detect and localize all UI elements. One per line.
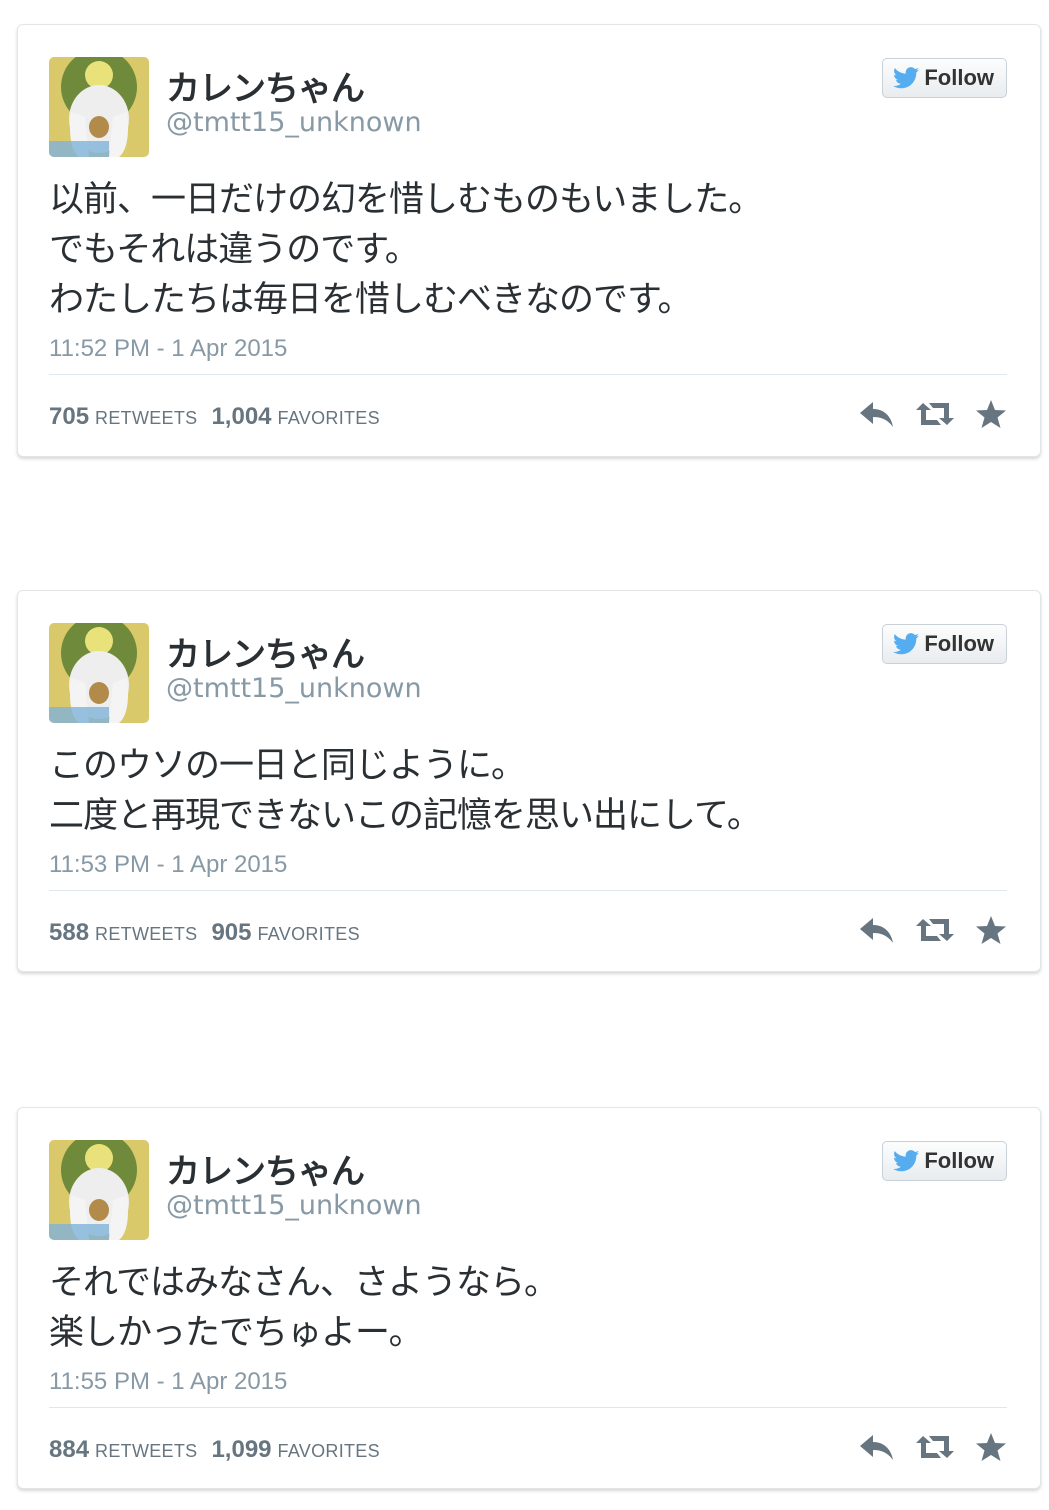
reply-icon[interactable] bbox=[859, 399, 895, 429]
follow-button[interactable]: Follow bbox=[882, 1141, 1007, 1181]
favorites-stat[interactable]: 905 FAVORITES bbox=[211, 919, 359, 947]
tweet-actions bbox=[859, 915, 1007, 945]
reply-icon[interactable] bbox=[859, 915, 895, 945]
follow-label: Follow bbox=[924, 65, 994, 90]
tweet-text-line: このウソの一日と同じように。 bbox=[49, 746, 526, 786]
favorites-label: FAVORITES bbox=[277, 1441, 380, 1461]
favorites-label: FAVORITES bbox=[277, 408, 380, 428]
tweet-text-line: 以前、一日だけの幻を惜しむものもいました。 bbox=[49, 180, 763, 220]
tweet-actions bbox=[859, 399, 1007, 429]
follow-button[interactable]: Follow bbox=[882, 624, 1007, 664]
twitter-bird-icon bbox=[893, 633, 920, 655]
retweet-icon[interactable] bbox=[915, 1432, 955, 1462]
divider bbox=[49, 890, 1007, 891]
display-name[interactable]: カレンちゃん bbox=[166, 1144, 365, 1193]
favorites-label: FAVORITES bbox=[257, 924, 360, 944]
stats: 705 RETWEETS 1,004 FAVORITES bbox=[49, 403, 380, 431]
retweets-label: RETWEETS bbox=[95, 1441, 198, 1461]
divider bbox=[49, 374, 1007, 375]
screen-name[interactable]: @tmtt15_unknown bbox=[166, 107, 422, 138]
screen-name[interactable]: @tmtt15_unknown bbox=[166, 1190, 422, 1221]
follow-label: Follow bbox=[924, 1148, 994, 1173]
display-name[interactable]: カレンちゃん bbox=[166, 61, 365, 110]
stats: 588 RETWEETS 905 FAVORITES bbox=[49, 919, 360, 947]
retweet-icon[interactable] bbox=[915, 915, 955, 945]
retweets-stat[interactable]: 588 RETWEETS bbox=[49, 919, 197, 947]
retweets-count: 884 bbox=[49, 1436, 90, 1463]
divider bbox=[49, 1407, 1007, 1408]
tweet-text: このウソの一日と同じように。 二度と再現できないこの記憶を思い出にして。 bbox=[49, 741, 979, 841]
favorites-stat[interactable]: 1,004 FAVORITES bbox=[211, 403, 379, 431]
star-icon[interactable] bbox=[975, 399, 1007, 429]
tweet-text-line: でもそれは違うのです。 bbox=[49, 230, 420, 270]
reply-icon[interactable] bbox=[859, 1432, 895, 1462]
display-name[interactable]: カレンちゃん bbox=[166, 627, 365, 676]
retweets-count: 588 bbox=[49, 919, 90, 946]
avatar[interactable] bbox=[49, 1140, 149, 1240]
retweets-stat[interactable]: 884 RETWEETS bbox=[49, 1436, 197, 1464]
tweet-text-line: わたしたちは毎日を惜しむべきなのです。 bbox=[49, 280, 693, 320]
follow-button[interactable]: Follow bbox=[882, 58, 1007, 98]
retweets-stat[interactable]: 705 RETWEETS bbox=[49, 403, 197, 431]
tweet-card: カレンちゃん @tmtt15_unknown Follow このウソの一日と同じ… bbox=[17, 590, 1041, 972]
tweet-text-line: それではみなさん、さようなら。 bbox=[49, 1263, 559, 1303]
favorites-count: 1,099 bbox=[211, 1436, 272, 1463]
stats: 884 RETWEETS 1,099 FAVORITES bbox=[49, 1436, 380, 1464]
timestamp[interactable]: 11:55 PM - 1 Apr 2015 bbox=[49, 1368, 287, 1396]
follow-label: Follow bbox=[924, 631, 994, 656]
favorites-stat[interactable]: 1,099 FAVORITES bbox=[211, 1436, 379, 1464]
retweet-icon[interactable] bbox=[915, 399, 955, 429]
screen-name[interactable]: @tmtt15_unknown bbox=[166, 673, 422, 704]
tweet-text: 以前、一日だけの幻を惜しむものもいました。 でもそれは違うのです。 わたしたちは… bbox=[49, 175, 979, 325]
retweets-label: RETWEETS bbox=[95, 408, 198, 428]
retweets-label: RETWEETS bbox=[95, 924, 198, 944]
tweet-card: カレンちゃん @tmtt15_unknown Follow それではみなさん、さ… bbox=[17, 1107, 1041, 1489]
timestamp[interactable]: 11:52 PM - 1 Apr 2015 bbox=[49, 335, 287, 363]
avatar[interactable] bbox=[49, 623, 149, 723]
favorites-count: 1,004 bbox=[211, 403, 272, 430]
twitter-bird-icon bbox=[893, 67, 920, 89]
timestamp[interactable]: 11:53 PM - 1 Apr 2015 bbox=[49, 851, 287, 879]
tweet-text: それではみなさん、さようなら。 楽しかったでちゅよー。 bbox=[49, 1258, 979, 1358]
twitter-bird-icon bbox=[893, 1150, 920, 1172]
tweet-actions bbox=[859, 1432, 1007, 1462]
tweet-text-line: 楽しかったでちゅよー。 bbox=[49, 1313, 424, 1353]
favorites-count: 905 bbox=[211, 919, 252, 946]
tweet-card: カレンちゃん @tmtt15_unknown Follow 以前、一日だけの幻を… bbox=[17, 24, 1041, 457]
star-icon[interactable] bbox=[975, 1432, 1007, 1462]
avatar[interactable] bbox=[49, 57, 149, 157]
star-icon[interactable] bbox=[975, 915, 1007, 945]
retweets-count: 705 bbox=[49, 403, 90, 430]
tweet-text-line: 二度と再現できないこの記憶を思い出にして。 bbox=[49, 796, 762, 836]
